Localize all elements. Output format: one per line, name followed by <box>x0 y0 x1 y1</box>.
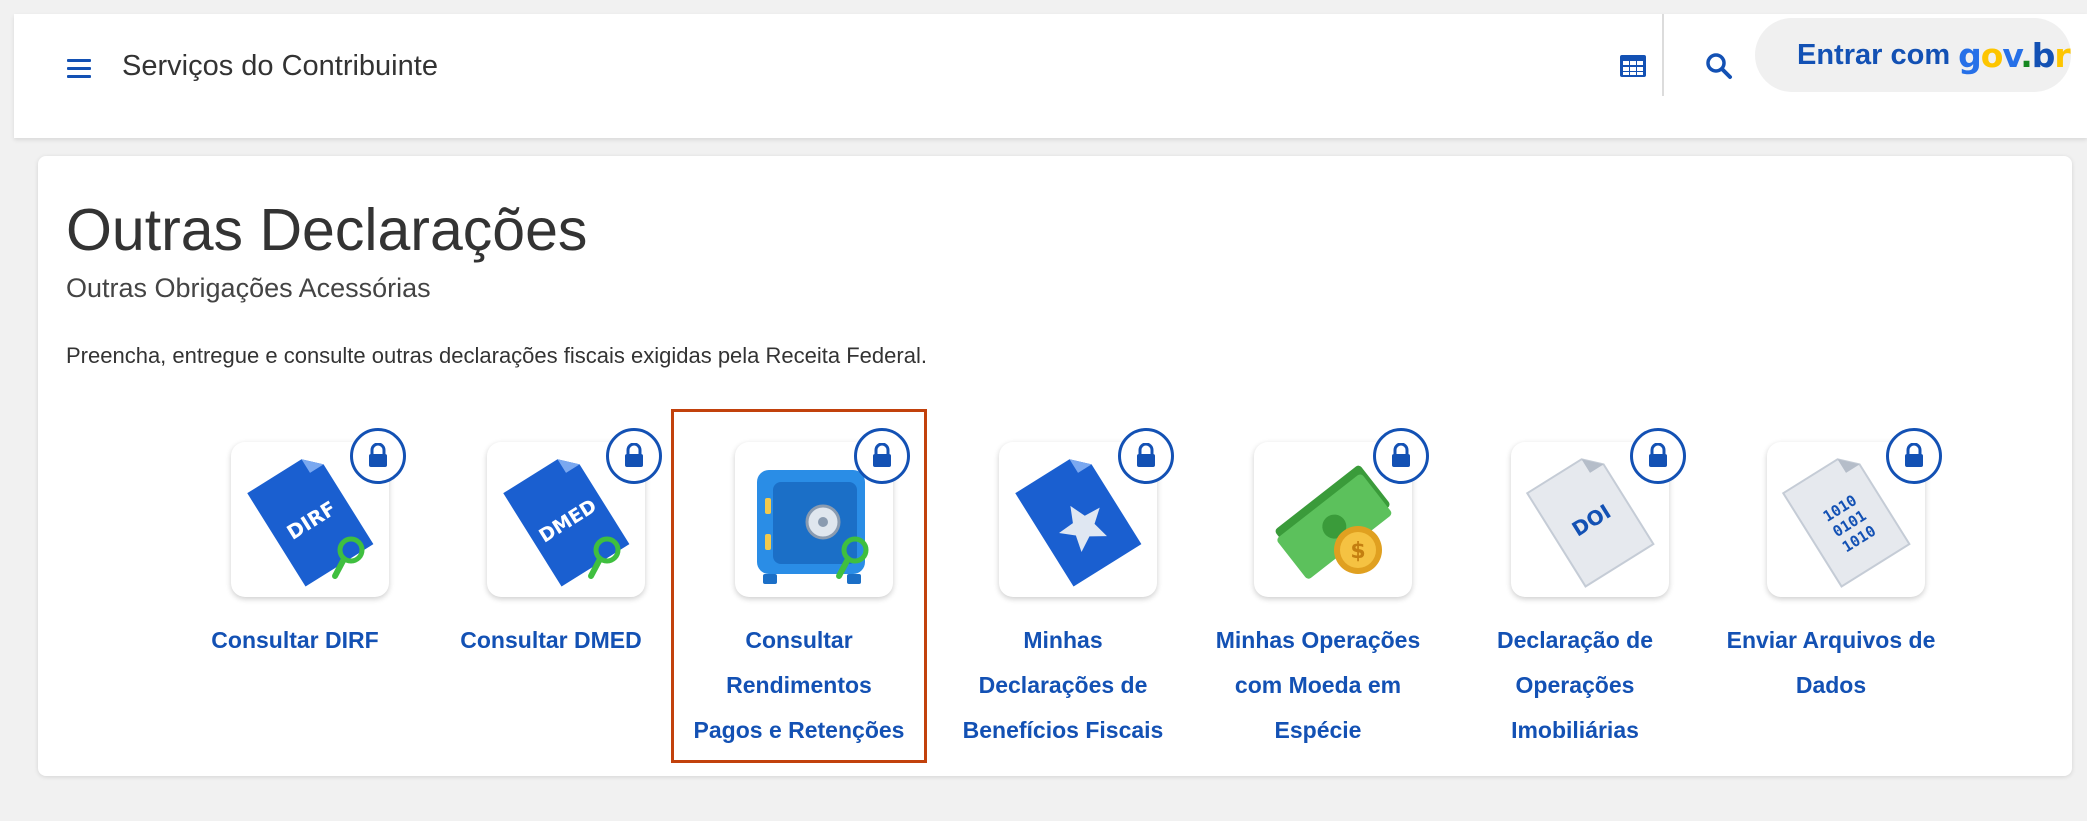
lock-icon <box>606 428 662 484</box>
search-button[interactable] <box>1694 44 1744 88</box>
menu-icon <box>67 58 91 78</box>
svg-text:$: $ <box>1350 539 1365 564</box>
login-label: Entrar com <box>1797 38 1951 71</box>
grid-icon <box>1620 55 1646 77</box>
apps-button[interactable] <box>1608 44 1658 88</box>
service-consultar-dmed[interactable]: DMED Consultar DMED <box>426 412 676 760</box>
login-govbr-button[interactable]: Entrar com gov.br <box>1755 18 2071 92</box>
service-label: Minhas Operações com Moeda em Espécie <box>1215 627 1421 743</box>
service-operacoes-moeda-especie[interactable]: $ Minhas Operações com Moeda em Espécie <box>1193 412 1443 760</box>
top-header: Serviços do Contribuinte Entrar com gov.… <box>14 14 2087 138</box>
service-label: Consultar Rendimentos Pagos e Retenções <box>693 627 905 743</box>
service-label: Consultar DIRF <box>211 627 379 653</box>
service-consultar-dirf[interactable]: DIRF Consultar DIRF <box>170 412 420 760</box>
lock-icon <box>1118 428 1174 484</box>
header-divider <box>1662 14 1664 96</box>
service-consultar-rendimentos[interactable]: Consultar Rendimentos Pagos e Retenções <box>671 409 927 763</box>
lock-icon <box>1886 428 1942 484</box>
search-icon <box>1706 53 1732 79</box>
service-declaracao-operacoes-imobiliarias[interactable]: DOI Declaração de Operações Imobiliárias <box>1450 412 1700 760</box>
site-title[interactable]: Serviços do Contribuinte <box>122 50 438 83</box>
service-label: Enviar Arquivos de Dados <box>1726 627 1936 698</box>
content-card: Outras Declarações Outras Obrigações Ace… <box>38 156 2072 776</box>
page-description: Preencha, entregue e consulte outras dec… <box>66 343 927 368</box>
service-minhas-declaracoes-beneficios[interactable]: Minhas Declarações de Benefícios Fiscais <box>938 412 1188 760</box>
lock-icon <box>854 428 910 484</box>
service-label: Consultar DMED <box>460 627 642 653</box>
menu-button[interactable] <box>52 48 106 88</box>
service-label: Declaração de Operações Imobiliárias <box>1497 627 1653 743</box>
lock-icon <box>1373 428 1429 484</box>
service-label: Minhas Declarações de Benefícios Fiscais <box>962 627 1164 743</box>
service-enviar-arquivos-dados[interactable]: 1010 0101 1010 Enviar Arquivos de Dados <box>1706 412 1956 760</box>
lock-icon <box>1630 428 1686 484</box>
page-subtitle: Outras Obrigações Acessórias <box>66 273 431 303</box>
page-title: Outras Declarações <box>66 197 588 263</box>
lock-icon <box>350 428 406 484</box>
govbr-logo: gov.br <box>1958 35 2071 75</box>
